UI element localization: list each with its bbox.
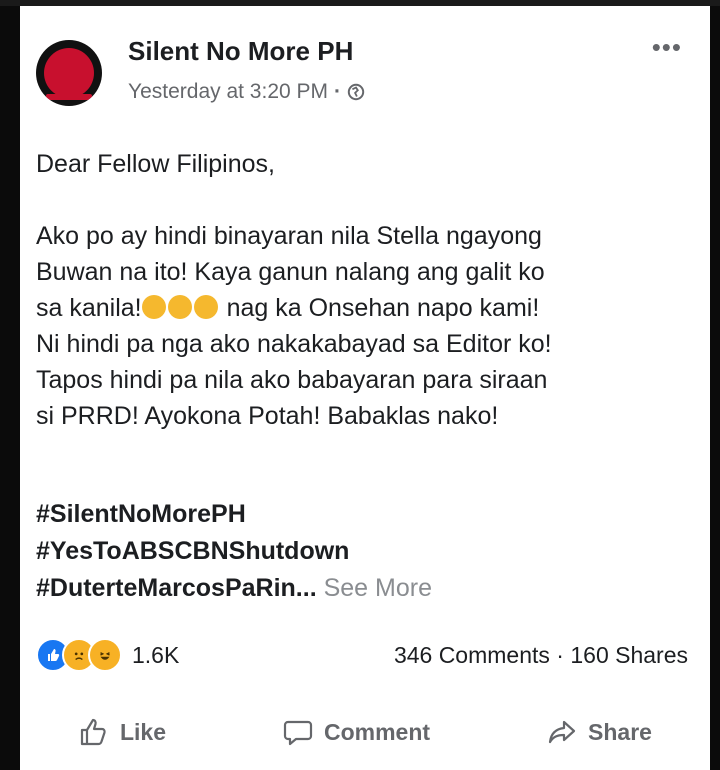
crying-emoji-icon [193,295,218,319]
page-avatar[interactable] [36,40,102,106]
like-button[interactable]: Like [78,716,166,748]
post-message: Ako po ay hindi binayaran nila Stella ng… [36,218,696,434]
share-button[interactable]: Share [546,716,652,748]
globe-icon [347,83,365,101]
crying-emoji-icon [167,295,192,319]
page-name-link[interactable]: Silent No More PH [128,36,353,67]
share-label: Share [588,718,652,745]
reaction-count: 1.6K [132,641,180,668]
more-options-icon[interactable]: ••• [652,32,682,63]
meta-separator: · [334,80,342,103]
message-line: si PRRD! Ayokona Potah! Babaklas nako! [36,402,499,430]
message-line: Ni hindi pa nga ako nakakabayad sa Edito… [36,330,552,358]
see-more-link[interactable]: See More [324,574,432,602]
angry-emoji-icon [141,295,166,319]
haha-reaction-icon [88,638,122,672]
message-line: Tapos hindi pa nila ako babayaran para s… [36,366,548,394]
engagement-stats: 346 Comments · 160 Shares [394,642,688,669]
share-arrow-icon [548,720,576,744]
hashtag-link[interactable]: #DuterteMarcosPaRin... [36,574,317,602]
post-card: Silent No More PH Yesterday at 3:20 PM ·… [20,6,710,770]
like-label: Like [119,718,167,745]
thumbs-up-icon [80,718,106,746]
hashtag-list: #SilentNoMorePH #YesToABSCBNShutdown #Du… [36,496,432,607]
comment-label: Comment [324,718,431,745]
message-line-with-emoji: sa kanila! nag ka Onsehan napo kami! [36,290,696,326]
stats-separator: · [556,642,564,668]
post-body: Dear Fellow Filipinos, Ako po ay hindi b… [36,146,696,434]
post-meta: Yesterday at 3:20 PM · [128,80,365,104]
hashtag-link[interactable]: #YesToABSCBNShutdown [36,533,432,570]
message-text: sa kanila! [36,294,142,322]
avatar-logo-bar [46,94,92,100]
post-actions: Like Comment Share [20,716,710,748]
message-line: Buwan na ito! Kaya ganun nalang ang gali… [36,258,545,286]
comments-count-link[interactable]: 346 Comments [394,642,550,668]
message-line: Ako po ay hindi binayaran nila Stella ng… [36,222,542,250]
post-timestamp[interactable]: Yesterday at 3:20 PM [128,80,328,104]
hashtag-link[interactable]: #SilentNoMorePH [36,496,432,533]
reaction-summary[interactable]: 1.6K [36,638,179,672]
shares-count-link[interactable]: 160 Shares [570,642,688,668]
comment-button[interactable]: Comment [282,716,430,748]
avatar-logo [44,48,94,98]
message-text: nag ka Onsehan napo kami! [219,294,540,322]
comment-bubble-icon [283,720,313,746]
post-greeting: Dear Fellow Filipinos, [36,150,275,178]
